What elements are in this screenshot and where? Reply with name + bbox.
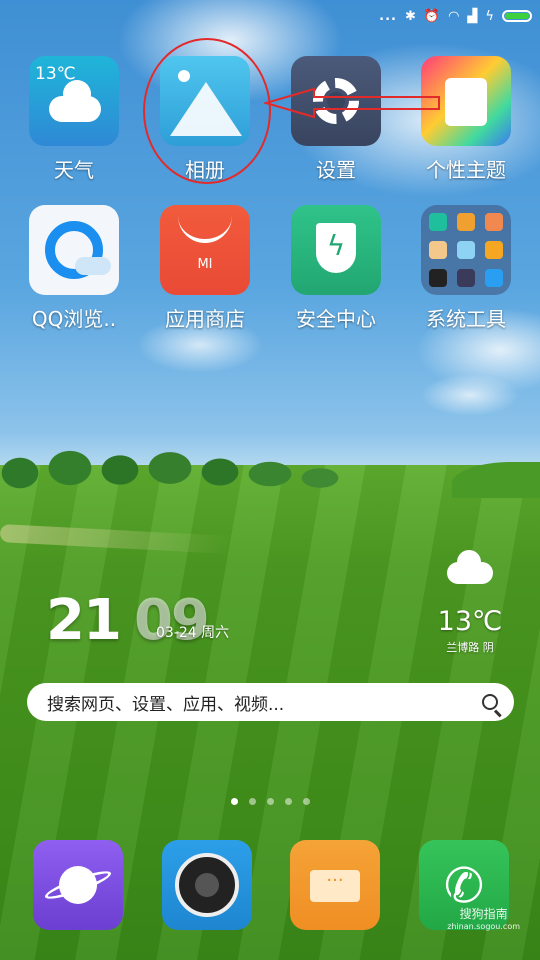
dock-messages-app[interactable]: ··· <box>290 840 380 930</box>
dock-explore-app[interactable] <box>33 840 123 930</box>
app-label: 设置 <box>316 158 356 182</box>
alarm-icon: ⏰ <box>423 8 441 24</box>
bluetooth-icon: ✱ <box>404 8 416 24</box>
annotation-arrow <box>264 87 440 119</box>
mini-app-icon <box>485 213 503 231</box>
clock-widget[interactable]: 21 09 <box>46 588 210 653</box>
mi-logo: MI <box>197 257 213 272</box>
mini-app-icon <box>457 269 475 287</box>
bolt-icon: ϟ <box>326 229 346 262</box>
folder-system-tools[interactable]: 系统工具 <box>406 205 526 332</box>
cloud-icon <box>447 550 493 584</box>
mini-app-icon <box>429 241 447 259</box>
mini-app-icon <box>429 213 447 231</box>
app-security[interactable]: ϟ 安全中心 <box>276 205 396 332</box>
watermark: 搜狗指南 zhinan.sogou.com <box>447 905 520 931</box>
qq-browser-icon <box>29 205 119 295</box>
watermark-text: 搜狗指南 <box>459 907 508 921</box>
app-weather[interactable]: 13℃ 天气 <box>14 56 134 183</box>
app-store[interactable]: MI 应用商店 <box>145 205 265 332</box>
page-indicator[interactable] <box>0 798 540 805</box>
mini-app-icon <box>485 241 503 259</box>
app-label: 系统工具 <box>426 307 506 331</box>
mini-app-icon <box>429 269 447 287</box>
battery-icon <box>502 10 532 22</box>
bag-handle-shape <box>178 213 232 243</box>
clock-minute: 09 <box>133 588 210 653</box>
search-placeholder: 搜索网页、设置、应用、视频... <box>47 694 285 715</box>
app-label: 个性主题 <box>426 158 506 182</box>
page-dot[interactable] <box>302 798 310 805</box>
cloud-shape <box>75 257 111 275</box>
app-qq-browser[interactable]: QQ浏览.. <box>14 205 134 332</box>
app-label: 应用商店 <box>165 307 245 331</box>
folder-icon <box>421 205 511 295</box>
cloud-shape <box>49 80 101 122</box>
weather-location: 兰博路 阴 <box>446 641 494 654</box>
weather-icon: 13℃ <box>29 56 119 146</box>
status-bar: ... ✱ ⏰ ◠ ▟ ϟ <box>379 6 532 26</box>
annotation-circle <box>143 38 271 184</box>
messages-icon: ··· <box>310 870 360 902</box>
wifi-icon: ◠ <box>448 8 460 24</box>
weather-temp: 13℃ <box>437 606 503 637</box>
page-dot[interactable] <box>266 798 274 805</box>
page-dot[interactable] <box>284 798 292 805</box>
wallpaper-trees <box>0 438 345 493</box>
watermark-sub: zhinan.sogou.com <box>447 922 520 931</box>
signal-icon: ▟ <box>467 8 478 24</box>
search-icon[interactable] <box>482 694 498 710</box>
charging-bolt-icon: ϟ <box>485 8 494 24</box>
app-label: 安全中心 <box>296 307 376 331</box>
page-dot[interactable] <box>248 798 256 805</box>
mini-app-icon <box>457 241 475 259</box>
shirt-shape <box>445 78 487 126</box>
app-label: QQ浏览.. <box>31 307 117 331</box>
clock-date: 03-24 周六 <box>156 625 230 641</box>
mini-app-icon <box>485 269 503 287</box>
camera-icon <box>175 853 239 917</box>
search-bar[interactable]: 搜索网页、设置、应用、视频... <box>27 683 514 721</box>
dock-camera-app[interactable] <box>162 840 252 930</box>
security-shield-icon: ϟ <box>291 205 381 295</box>
app-store-icon: MI <box>160 205 250 295</box>
mini-app-icon <box>457 213 475 231</box>
clock-hour: 21 <box>46 588 122 653</box>
page-dot-active[interactable] <box>230 798 238 805</box>
notification-dots: ... <box>379 8 397 24</box>
weather-widget[interactable]: 13℃ 兰博路 阴 <box>430 550 510 655</box>
app-label: 天气 <box>54 158 94 182</box>
